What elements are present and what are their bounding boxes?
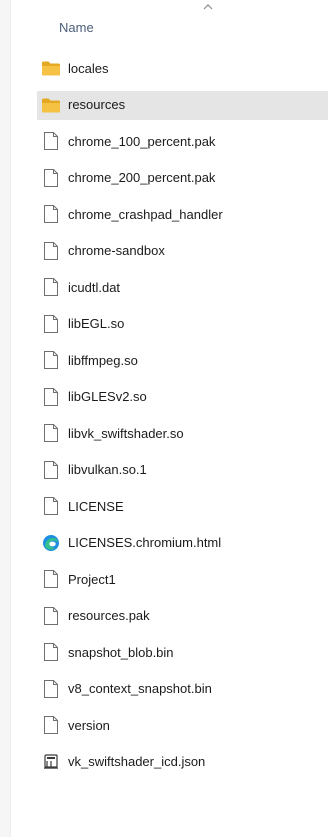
file-name: chrome_crashpad_handler — [68, 206, 223, 222]
file-icon — [41, 277, 61, 297]
folder-icon — [41, 95, 61, 115]
file-row[interactable]: LICENSE — [0, 488, 328, 525]
file-icon — [41, 569, 61, 589]
file-icon — [41, 387, 61, 407]
file-row[interactable]: libvulkan.so.1 — [0, 452, 328, 489]
file-icon — [41, 204, 61, 224]
file-row[interactable]: Project1 — [0, 561, 328, 598]
file-name: resources.pak — [68, 608, 150, 624]
file-explorer-pane: Name locales resources chrome_100_percent.… — [0, 0, 328, 837]
folder-icon — [41, 58, 61, 78]
file-name: chrome_100_percent.pak — [68, 133, 216, 149]
name-column-header[interactable]: Name — [59, 20, 94, 35]
file-name: LICENSES.chromium.html — [68, 535, 222, 551]
file-icon — [41, 606, 61, 626]
file-name: vk_swiftshader_icd.json — [68, 754, 206, 770]
sort-ascending-icon[interactable] — [201, 2, 215, 12]
file-row[interactable]: chrome_100_percent.pak — [0, 123, 328, 160]
file-icon — [41, 496, 61, 516]
file-name: version — [68, 717, 110, 733]
file-name: libffmpeg.so — [68, 352, 138, 368]
file-row[interactable]: snapshot_blob.bin — [0, 634, 328, 671]
file-row[interactable]: chrome_200_percent.pak — [0, 160, 328, 197]
file-icon — [41, 642, 61, 662]
file-row[interactable]: LICENSES.chromium.html — [0, 525, 328, 562]
file-row[interactable]: vk_swiftshader_icd.json — [0, 744, 328, 781]
file-icon — [41, 131, 61, 151]
file-row[interactable]: libvk_swiftshader.so — [0, 415, 328, 452]
file-icon — [41, 241, 61, 261]
file-row[interactable]: v8_context_snapshot.bin — [0, 671, 328, 708]
file-icon — [41, 423, 61, 443]
file-name: chrome_200_percent.pak — [68, 170, 216, 186]
file-row[interactable]: version — [0, 707, 328, 744]
file-icon — [41, 679, 61, 699]
file-row[interactable]: chrome_crashpad_handler — [0, 196, 328, 233]
file-list: locales resources chrome_100_percent.pakch… — [0, 50, 328, 780]
file-name: libGLESv2.so — [68, 389, 147, 405]
file-name: Project1 — [68, 571, 116, 587]
edge-browser-icon — [41, 533, 61, 553]
file-name: v8_context_snapshot.bin — [68, 681, 212, 697]
file-name: snapshot_blob.bin — [68, 644, 174, 660]
file-icon — [41, 460, 61, 480]
file-row[interactable]: libffmpeg.so — [0, 342, 328, 379]
file-name: resources — [68, 97, 126, 113]
file-name: locales — [68, 60, 109, 76]
file-row[interactable]: libEGL.so — [0, 306, 328, 343]
column-header: Name — [38, 0, 328, 44]
file-name: libvk_swiftshader.so — [68, 425, 184, 441]
file-row[interactable]: resources — [0, 87, 328, 124]
file-row[interactable]: libGLESv2.so — [0, 379, 328, 416]
file-name: LICENSE — [68, 498, 124, 514]
file-row[interactable]: chrome-sandbox — [0, 233, 328, 270]
file-icon — [41, 715, 61, 735]
file-name: icudtl.dat — [68, 279, 121, 295]
file-icon — [41, 168, 61, 188]
file-icon — [41, 314, 61, 334]
file-name: chrome-sandbox — [68, 243, 165, 259]
file-name: libvulkan.so.1 — [68, 462, 147, 478]
file-name: libEGL.so — [68, 316, 125, 332]
file-row[interactable]: icudtl.dat — [0, 269, 328, 306]
file-row[interactable]: resources.pak — [0, 598, 328, 635]
file-row[interactable]: locales — [0, 50, 328, 87]
file-icon — [41, 350, 61, 370]
json-file-icon — [41, 752, 61, 772]
